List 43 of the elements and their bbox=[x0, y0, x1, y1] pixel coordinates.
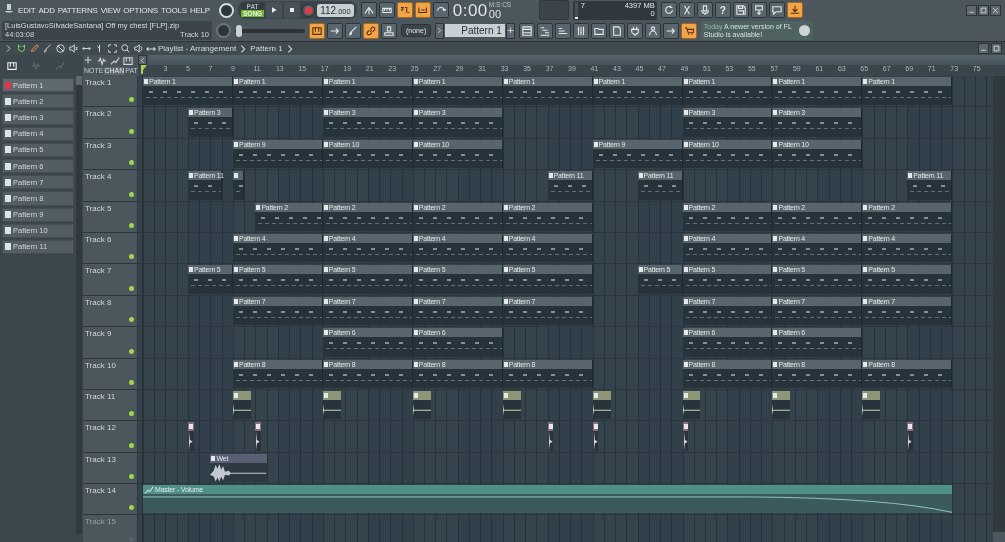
centiseconds-display: 00 bbox=[488, 8, 502, 21]
track-name: Track 5 bbox=[85, 203, 112, 213]
track-name: Track 8 bbox=[85, 297, 112, 307]
track-name: Track 9 bbox=[85, 329, 112, 339]
track-name: Track 6 bbox=[85, 234, 112, 244]
track-header[interactable]: Track 3 bbox=[83, 138, 138, 170]
track-name: Track 4 bbox=[85, 172, 112, 182]
track-header[interactable]: Track 1 bbox=[83, 76, 138, 107]
track-name: Track 12 bbox=[85, 423, 116, 433]
track-header[interactable]: Track 15 bbox=[83, 515, 138, 542]
track-header[interactable]: Track 7 bbox=[83, 264, 138, 295]
track-header[interactable]: Track 14 bbox=[83, 484, 138, 515]
track-header[interactable]: Track 2 bbox=[83, 107, 138, 138]
track-name: Track 7 bbox=[85, 266, 112, 276]
menu-item[interactable]: OPTIONS bbox=[123, 5, 158, 15]
track-name: Track 2 bbox=[85, 109, 112, 119]
menu-item[interactable]: PATTERNS bbox=[57, 5, 98, 15]
playlist-pattern[interactable]: Pattern 1 bbox=[250, 44, 283, 53]
track-name: Track 13 bbox=[85, 454, 116, 464]
track-name: Track 14 bbox=[85, 486, 116, 496]
track-header[interactable]: Track 12 bbox=[83, 421, 138, 452]
track-header[interactable]: Track 9 bbox=[83, 327, 138, 358]
menu-item[interactable]: EDIT bbox=[18, 5, 36, 15]
track-header[interactable]: Track 4 bbox=[83, 170, 138, 201]
track-header[interactable]: Track 10 bbox=[83, 358, 138, 389]
track-name: Track 11 bbox=[85, 391, 116, 401]
help-button[interactable]: ? bbox=[714, 2, 731, 19]
menu-item[interactable]: VIEW bbox=[100, 5, 121, 15]
menu-item[interactable]: HELP bbox=[189, 5, 210, 15]
playlist-title: Playlist - Arrangement bbox=[158, 44, 237, 53]
track-header[interactable]: Track 8 bbox=[83, 295, 138, 327]
time-display: 0:00 bbox=[452, 2, 488, 21]
track-header[interactable]: Track 11 bbox=[83, 389, 138, 421]
track-header[interactable]: Track 13 bbox=[83, 452, 138, 484]
track-name: Track 3 bbox=[85, 140, 112, 150]
track-name: Track 1 bbox=[85, 78, 112, 87]
track-header[interactable]: Track 5 bbox=[83, 201, 138, 232]
menu-item[interactable]: TOOLS bbox=[160, 5, 187, 15]
track-header[interactable]: Track 6 bbox=[83, 232, 138, 264]
track-name: Track 10 bbox=[85, 360, 116, 370]
menu-item[interactable]: ADD bbox=[38, 5, 55, 15]
track-name: Track 15 bbox=[85, 517, 116, 527]
pattern-selector[interactable]: Pattern 1 bbox=[445, 24, 505, 38]
